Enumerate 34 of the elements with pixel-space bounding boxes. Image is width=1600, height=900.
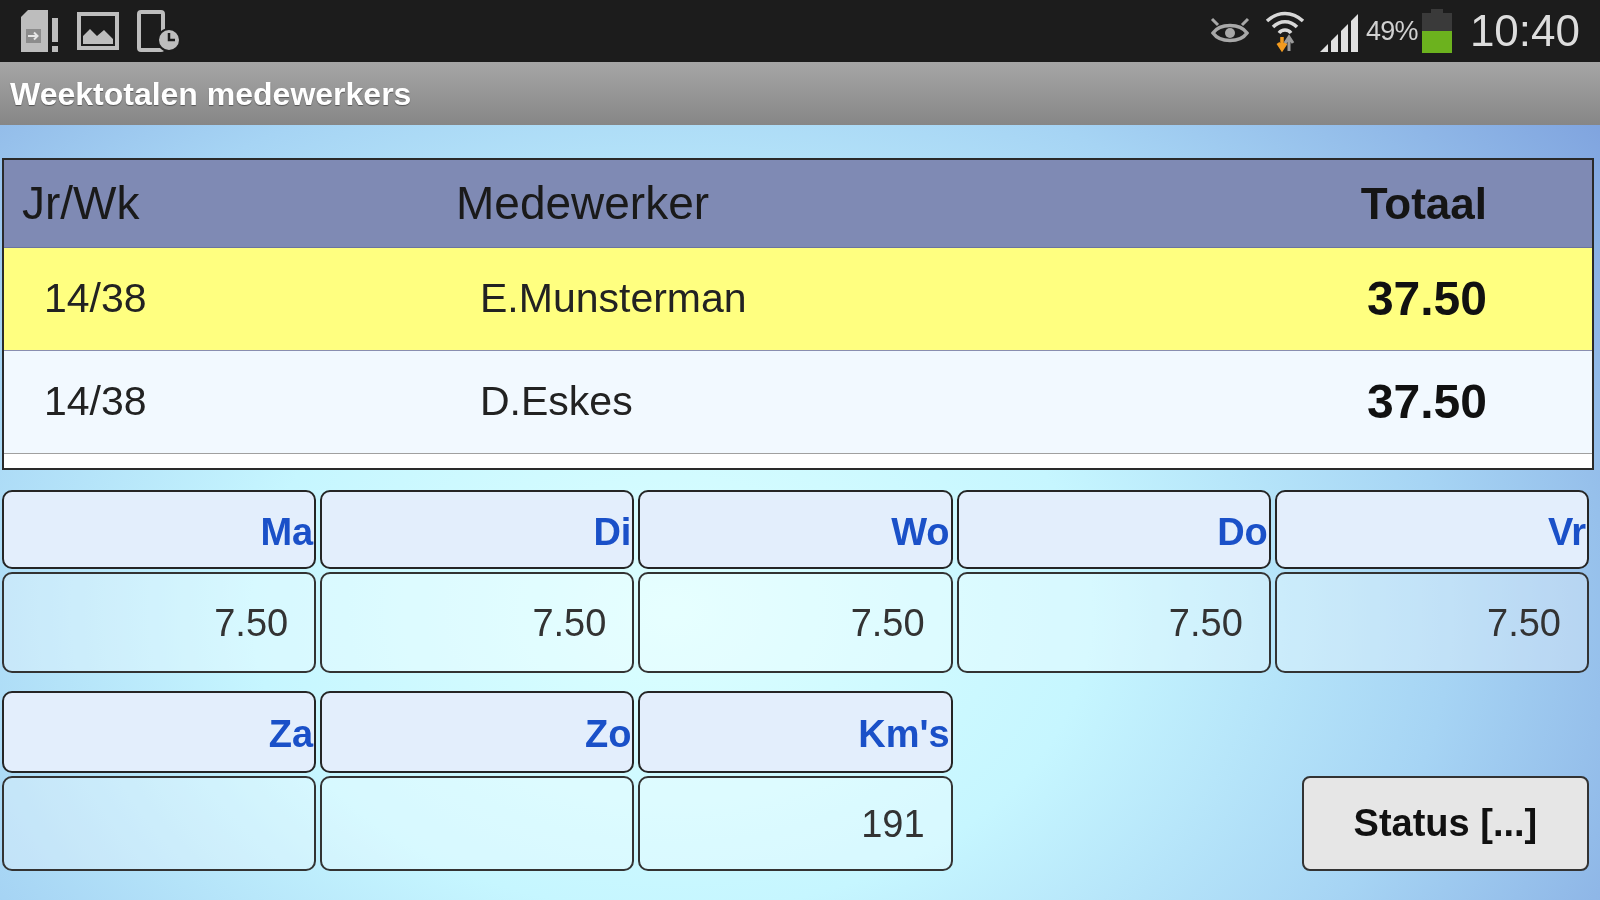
table-cell-text: 37.50 <box>1366 271 1487 327</box>
column-header: Jr/Wk <box>22 176 141 231</box>
table-row[interactable]: 14/38 D.Eskes 37.50 <box>4 351 1592 454</box>
value-field: 7.50 <box>320 572 635 673</box>
value-field: 7.50 <box>956 572 1271 673</box>
battery-icon <box>1421 9 1452 53</box>
column-header: Totaal <box>1360 177 1487 230</box>
phone-clock-icon <box>137 10 181 52</box>
field-label: Ma <box>2 490 317 569</box>
image-icon <box>77 12 119 50</box>
battery-percentage: 49% <box>1365 17 1418 45</box>
value-field: 191 <box>638 776 953 871</box>
value-field: 7.50 <box>2 572 317 673</box>
status-button[interactable]: Status [...] <box>1301 776 1589 871</box>
table-cell-text: 37.50 <box>1366 374 1487 430</box>
table-row[interactable]: 14/38 E.Munsterman 37.50 <box>4 248 1592 351</box>
column-header: Medewerker <box>456 176 711 231</box>
clock-time: 10:40 <box>1469 9 1580 53</box>
value-field: 7.50 <box>1274 572 1589 673</box>
card-alert-icon <box>21 10 59 52</box>
window-title: Weektotalen medewerkers <box>10 74 412 114</box>
field-label: Zo <box>320 691 635 773</box>
table-cell-text: 14/38 <box>44 274 148 324</box>
field-label: Do <box>956 490 1271 569</box>
field-label: Di <box>320 490 635 569</box>
value-field: 7.50 <box>638 572 953 673</box>
table-cell-text: E.Munsterman <box>480 274 748 324</box>
field-label: Wo <box>638 490 953 569</box>
wifi-icon <box>1263 9 1306 53</box>
table-cell-text: D.Eskes <box>480 377 634 427</box>
field-label: Km's <box>638 691 953 773</box>
field-label: Za <box>2 691 317 773</box>
field-label: Vr <box>1274 490 1589 569</box>
table-cell-text: 14/38 <box>44 377 148 427</box>
